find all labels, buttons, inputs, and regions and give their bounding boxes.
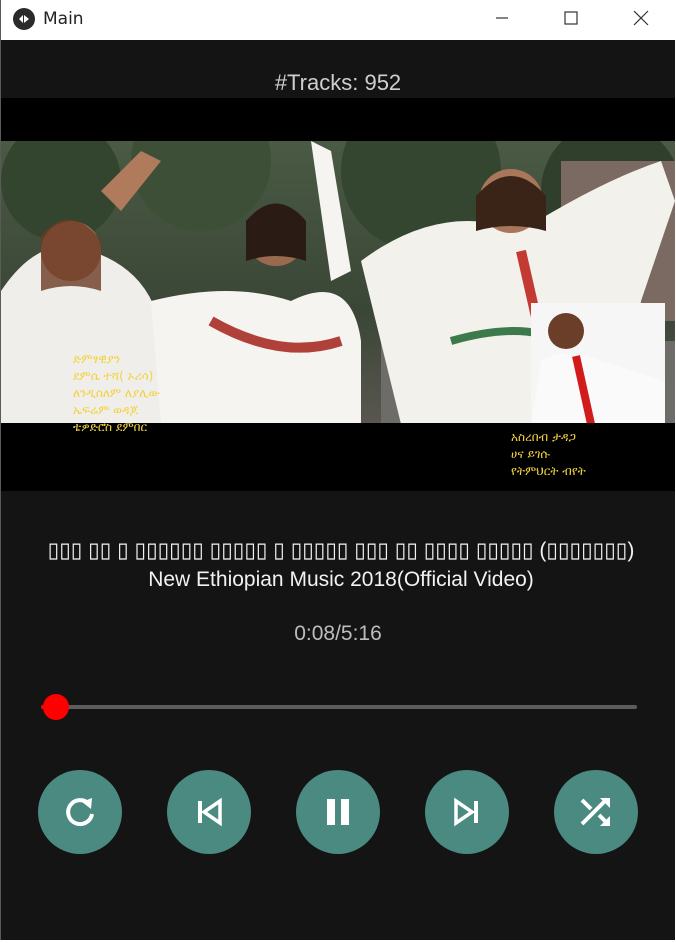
title-bar[interactable]: Main [1,0,675,40]
credit-line: ለንዲስለም ለያሊው [73,386,161,400]
pause-button[interactable] [296,770,380,854]
credit-line: ቴዎድሮስ ደምበር [73,420,148,434]
minimize-icon [496,17,508,19]
song-title: ▯▯▯ ▯▯ ▯ ▯▯▯▯▯▯ ▯▯▯▯▯ ▯ ▯▯▯▯▯ ▯▯▯ ▯▯ ▯▯▯… [47,539,635,591]
maximize-icon [564,11,578,25]
credit-line: ድምፃዊያን [73,352,121,366]
repeat-button[interactable] [38,770,122,854]
skip-previous-icon [198,797,222,827]
time-display: 0:08/5:16 [294,622,382,645]
shuffle-icon [580,797,610,826]
shuffle-button[interactable] [554,770,638,854]
next-button[interactable] [425,770,509,854]
window-title: Main [43,9,84,29]
player-panel: #Tracks: 952 ድምፃዊያን ደምሴ ተሻ(ኦሪሳ) ለንዲስለም … [1,40,675,940]
maximize-button[interactable] [538,0,604,36]
close-icon [633,10,649,26]
video-display[interactable]: ድምፃዊያን ደምሴ ተሻ( ኦሪሳ) ለንዲስለም ለያሊው ኤፍሬም ወዳጆ… [1,98,675,491]
kivy-logo-icon [13,8,35,30]
previous-button[interactable] [167,770,251,854]
app-window: Main #Tracks: 952 ድምፃዊያን ደምሴ ተሻ(ኦሪሳ) ለን… [0,0,675,940]
credit-line: ደምሴ ተሻ( ኦሪሳ) [73,369,154,383]
credit-line: አስረበብ ታዳጋ [511,430,576,444]
track-count: #Tracks: 952 [274,70,402,95]
credit-line: የትምህርት ብየት [511,464,586,478]
seek-bar[interactable] [41,705,637,709]
repeat-icon [66,798,94,827]
skip-next-icon [454,797,478,827]
close-button[interactable] [608,0,674,36]
credit-line: ኤፍሬም ወዳጆ [73,403,139,417]
seek-thumb[interactable] [43,694,69,720]
minimize-button[interactable] [469,0,535,36]
credit-line: ሀና ይገሱ [511,447,550,461]
video-credits-left: ድምፃዊያን ደምሴ ተሻ( ኦሪሳ) ለንዲስለም ለያሊው ኤፍሬም ወዳጆ… [73,351,160,436]
pause-icon [327,799,349,825]
video-credits-right: አስረበብ ታዳጋ ሀና ይገሱ የትምህርት ብየት [511,429,586,480]
